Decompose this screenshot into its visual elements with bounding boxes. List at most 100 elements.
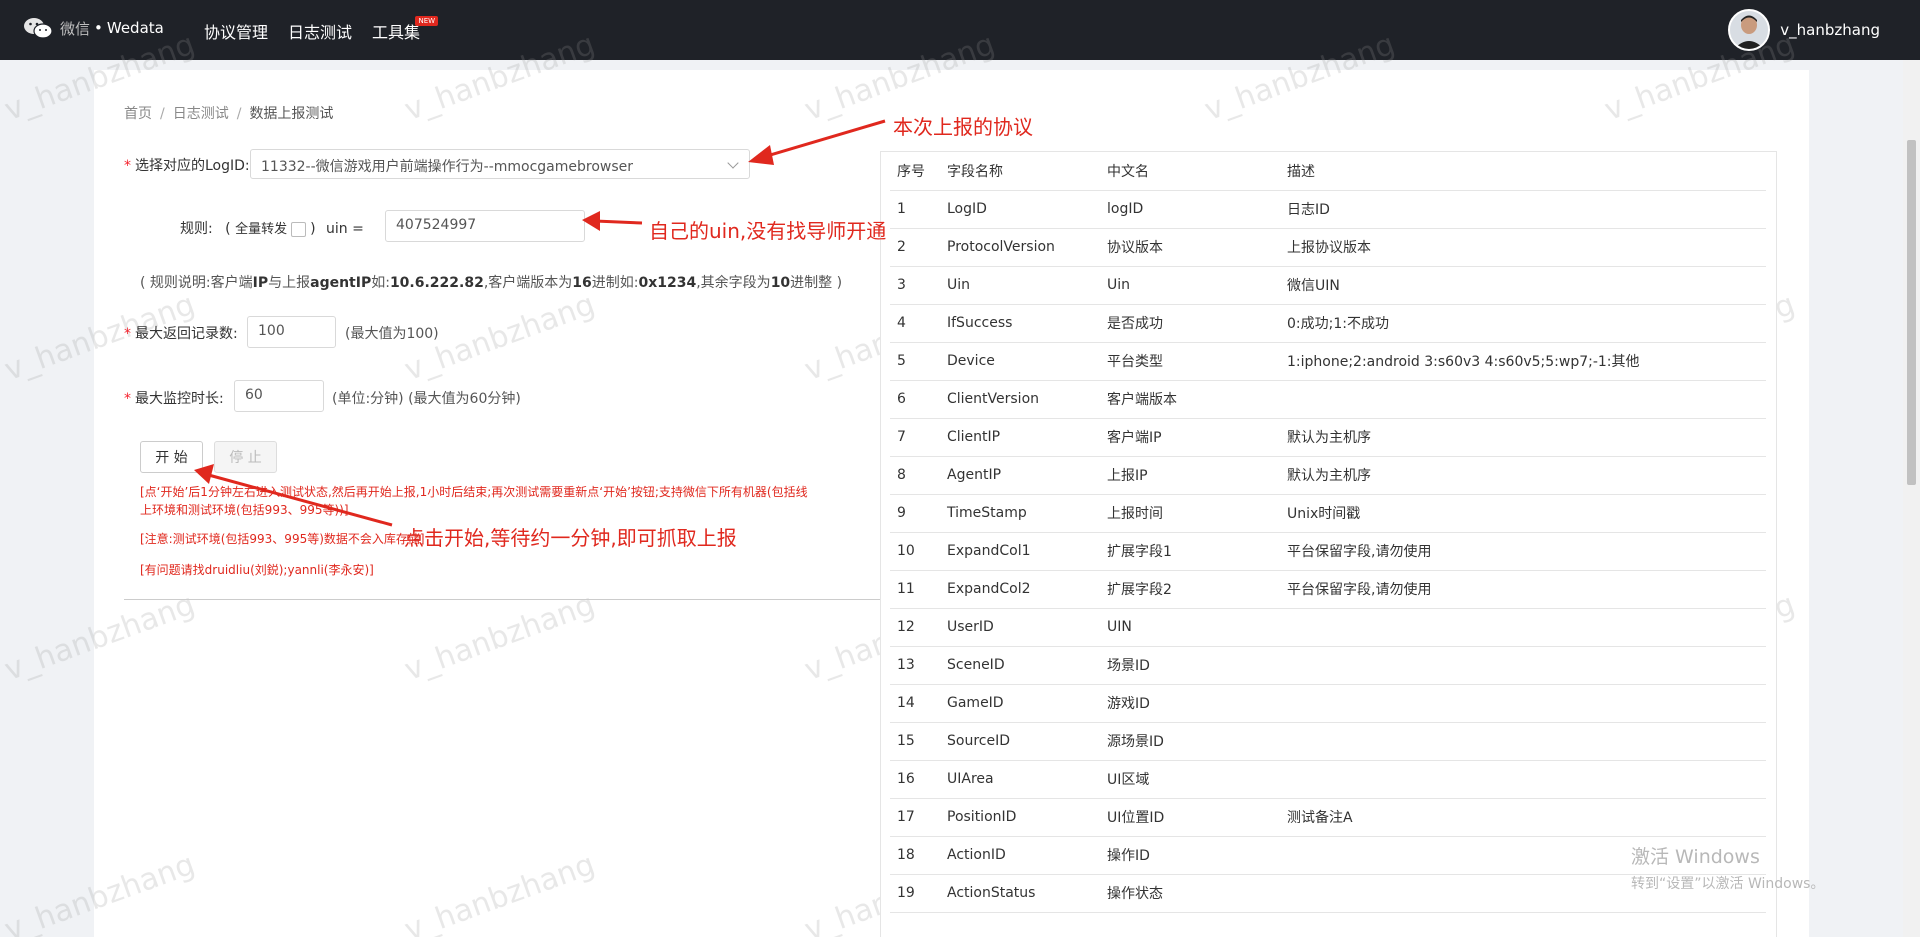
cell-description: 上报协议版本 [1280, 228, 1766, 267]
breadcrumb-parent[interactable]: 日志测试 [173, 106, 229, 122]
cell-description: 测试备注A [1280, 798, 1766, 837]
rule-note-prefix: ( 规则说明:客户端 [140, 275, 253, 291]
activation-line-2: 转到“设置”以激活 Windows。 [1631, 876, 1825, 892]
field-table-container: 序号 字段名称 中文名 描述 1 LogID logID 日志ID 2 ProtocolV… [880, 151, 1777, 937]
cell-field-name: UIArea [940, 760, 1100, 799]
max-records-input[interactable]: 100 [247, 316, 336, 348]
cell-field-name: SourceID [940, 722, 1100, 761]
cell-field-name: Device [940, 342, 1100, 381]
rule-note-ver: ,客户端版本为 [483, 275, 573, 291]
user-menu[interactable]: v_hanbzhang [1728, 9, 1880, 51]
new-badge: NEW [415, 16, 439, 26]
max-records-label: * 最大返回记录数: [124, 323, 238, 343]
cell-cn-name: 操作ID [1100, 836, 1280, 875]
table-row: 5 Device 平台类型 1:iphone;2:android 3:s60v3 4:… [890, 342, 1766, 381]
cell-index: 2 [890, 228, 940, 267]
rule-note-16: 16 [572, 275, 592, 291]
main-nav: 协议管理 日志测试 工具集 NEW [204, 16, 439, 43]
cell-cn-name: 场景ID [1100, 646, 1280, 685]
cell-index: 7 [890, 418, 940, 457]
table-row: 10 ExpandCol1 扩展字段1 平台保留字段,请勿使用 [890, 532, 1766, 571]
scrollbar-thumb[interactable] [1907, 140, 1916, 485]
table-row: 6 ClientVersion 客户端版本 [890, 380, 1766, 419]
rule-note-ex1: 如: [371, 275, 390, 291]
cell-field-name: UserID [940, 608, 1100, 647]
nav-item-protocol[interactable]: 协议管理 [204, 19, 268, 43]
cell-field-name: PositionID [940, 798, 1100, 837]
warning-text-3: [有问题请找druidliu(刘鋭);yannli(李永安)] [140, 563, 374, 577]
cell-cn-name: 上报时间 [1100, 494, 1280, 533]
cell-index: 15 [890, 722, 940, 761]
cell-field-name: SceneID [940, 646, 1100, 685]
required-mark: * [124, 391, 131, 407]
cell-cn-name: logID [1100, 190, 1280, 229]
cell-field-name: ClientVersion [940, 380, 1100, 419]
cell-field-name: Uin [940, 266, 1100, 305]
cell-description [1280, 608, 1766, 647]
max-time-label-text: 最大监控时长: [135, 391, 224, 407]
table-header-row: 序号 字段名称 中文名 描述 [890, 152, 1766, 191]
nav-item-tools[interactable]: 工具集 NEW [372, 16, 439, 43]
cell-field-name: ActionID [940, 836, 1100, 875]
wechat-logo-icon [24, 18, 53, 39]
breadcrumb-separator: / [160, 106, 165, 122]
max-time-hint: (单位:分钟) (最大值为60分钟) [332, 391, 521, 407]
cell-description: 日志ID [1280, 190, 1766, 229]
rule-note-end: 进制整 ) [790, 275, 843, 291]
divider [124, 599, 880, 600]
cell-field-name: ClientIP [940, 418, 1100, 457]
warning-text-1b: 上环境和测试环境(包括993、995等))] [140, 503, 349, 517]
rule-row: 规则: ( 全量转发) uin = [180, 218, 364, 238]
all-forward-checkbox[interactable] [291, 221, 307, 237]
cell-cn-name: UI区域 [1100, 760, 1280, 799]
cell-index: 4 [890, 304, 940, 343]
table-body: 1 LogID logID 日志ID 2 ProtocolVersion 协议版本 上报协议版… [890, 190, 1766, 913]
cell-description: 平台保留字段,请勿使用 [1280, 570, 1766, 609]
logo[interactable]: 微信 • Wedata [22, 16, 164, 40]
breadcrumb-home[interactable]: 首页 [124, 106, 152, 122]
rule-note-ipval: 10.6.222.82 [389, 275, 484, 291]
cell-cn-name: 平台类型 [1100, 342, 1280, 381]
warning-text-2: [注意:测试环境(包括993、995等)数据不会入库存储] [140, 532, 425, 546]
cell-field-name: GameID [940, 684, 1100, 723]
max-time-input[interactable]: 60 [234, 380, 324, 412]
cell-index: 19 [890, 874, 940, 913]
top-navbar: 微信 • Wedata 协议管理 日志测试 工具集 NEW v_hanbzhang [0, 0, 1920, 60]
uin-input[interactable]: 407524997 [385, 210, 585, 242]
cell-field-name: ActionStatus [940, 874, 1100, 913]
nav-item-log-test[interactable]: 日志测试 [288, 19, 352, 43]
cell-description: 0:成功;1:不成功 [1280, 304, 1766, 343]
max-records-label-text: 最大返回记录数: [135, 326, 238, 342]
cell-index: 16 [890, 760, 940, 799]
cell-description [1280, 684, 1766, 723]
cell-index: 18 [890, 836, 940, 875]
page-scrollbar[interactable] [1903, 60, 1920, 937]
table-row: 4 IfSuccess 是否成功 0:成功;1:不成功 [890, 304, 1766, 343]
breadcrumb: 首页 / 日志测试 / 数据上报测试 [124, 103, 333, 123]
cell-cn-name: 客户端IP [1100, 418, 1280, 457]
cell-index: 11 [890, 570, 940, 609]
cell-cn-name: 协议版本 [1100, 228, 1280, 267]
cell-cn-name: 游戏ID [1100, 684, 1280, 723]
nav-item-tools-label: 工具集 [372, 23, 421, 42]
required-mark: * [124, 158, 131, 174]
start-button[interactable]: 开 始 [140, 441, 203, 473]
cell-cn-name: UIN [1100, 608, 1280, 647]
cell-description [1280, 722, 1766, 761]
rule-close-paren: ) [310, 221, 316, 237]
header-cn-name: 中文名 [1100, 152, 1280, 191]
cell-index: 8 [890, 456, 940, 495]
cell-field-name: ProtocolVersion [940, 228, 1100, 267]
user-avatar-icon [1730, 11, 1769, 49]
rule-note-ip: IP [252, 275, 269, 291]
table-row: 11 ExpandCol2 扩展字段2 平台保留字段,请勿使用 [890, 570, 1766, 609]
header-field-name: 字段名称 [940, 152, 1100, 191]
cell-field-name: LogID [940, 190, 1100, 229]
cell-field-name: IfSuccess [940, 304, 1100, 343]
annotation-uin: 自己的uin,没有找导师开通 [649, 219, 887, 243]
stop-button[interactable]: 停 止 [214, 441, 277, 473]
logid-select[interactable]: 11332--微信游戏用户前端操作行为--mmocgamebrowser [250, 149, 750, 179]
cell-cn-name: 操作状态 [1100, 874, 1280, 913]
cell-index: 13 [890, 646, 940, 685]
cell-description: 平台保留字段,请勿使用 [1280, 532, 1766, 571]
